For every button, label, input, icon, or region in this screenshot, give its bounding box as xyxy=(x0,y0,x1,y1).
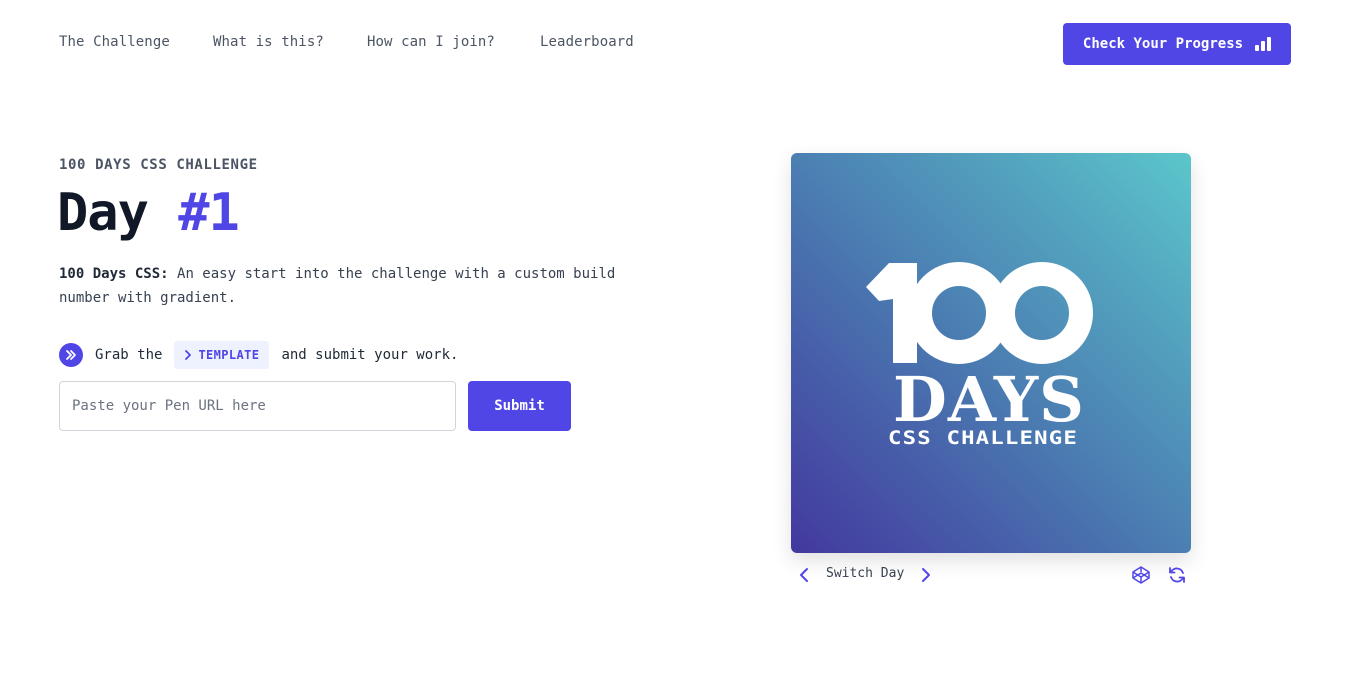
chevron-right-icon xyxy=(185,350,192,360)
codepen-icon xyxy=(1132,566,1150,584)
challenge-eyebrow: 100 DAYS CSS CHALLENGE xyxy=(59,157,258,173)
page-title: Day #1 xyxy=(57,178,240,248)
preview-artwork: DAYS CSS CHALLENGE xyxy=(791,153,1191,553)
pen-url-input[interactable] xyxy=(59,381,456,431)
nav-link-the-challenge[interactable]: The Challenge xyxy=(59,34,170,50)
grab-suffix: and submit your work. xyxy=(281,347,459,363)
days-text: DAYS xyxy=(893,363,1085,436)
description-bold: 100 Days CSS: xyxy=(59,266,169,282)
bar-chart-icon xyxy=(1255,37,1272,51)
previous-day-button[interactable] xyxy=(795,565,815,585)
challenge-description: 100 Days CSS: An easy start into the cha… xyxy=(59,262,659,310)
title-prefix: Day xyxy=(57,183,149,243)
nav-link-how-can-i-join[interactable]: How can I join? xyxy=(367,34,495,50)
submit-button[interactable]: Submit xyxy=(468,381,571,431)
preview-background xyxy=(791,153,1191,553)
nav-link-leaderboard[interactable]: Leaderboard xyxy=(540,34,634,50)
top-nav: The Challenge What is this? How can I jo… xyxy=(0,0,1348,88)
double-chevron-right-icon xyxy=(59,343,83,367)
refresh-icon xyxy=(1169,567,1185,583)
day-preview: DAYS CSS CHALLENGE xyxy=(791,153,1191,553)
next-day-button[interactable] xyxy=(915,565,935,585)
nav-link-what-is-this[interactable]: What is this? xyxy=(213,34,324,50)
grab-prefix: Grab the xyxy=(95,347,163,363)
refresh-button[interactable] xyxy=(1166,564,1188,586)
check-progress-button[interactable]: Check Your Progress xyxy=(1063,23,1291,65)
template-link[interactable]: TEMPLATE xyxy=(174,341,270,369)
template-row: Grab the TEMPLATE and submit your work. xyxy=(59,341,458,369)
template-label: TEMPLATE xyxy=(198,348,260,362)
css-challenge-text: CSS CHALLENGE xyxy=(888,427,1078,449)
day-number: #1 xyxy=(178,183,240,243)
switch-day-controls: Switch Day xyxy=(791,563,1191,587)
chevron-left-icon xyxy=(800,568,808,582)
chevron-right-icon xyxy=(922,568,930,582)
check-progress-label: Check Your Progress xyxy=(1082,36,1244,52)
codepen-button[interactable] xyxy=(1130,564,1152,586)
switch-day-label: Switch Day xyxy=(826,566,905,581)
